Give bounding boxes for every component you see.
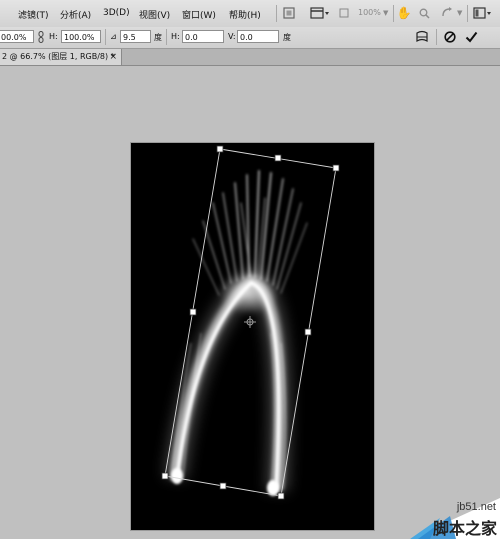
hskew-label: H: (171, 32, 180, 41)
vskew-label: V: (228, 32, 236, 41)
angle-icon: ⊿ (110, 32, 117, 41)
zoom-dropdown-icon[interactable]: ▼ (383, 9, 388, 17)
divider (105, 29, 106, 45)
divider (467, 5, 468, 22)
light-streaks (164, 170, 308, 496)
menu-view[interactable]: 视图(V) (139, 8, 170, 21)
rotate-view-icon[interactable] (440, 5, 454, 21)
menu-3d[interactable]: 3D(D) (103, 8, 130, 18)
document-canvas[interactable] (131, 143, 374, 530)
screen-mode-icon[interactable] (472, 5, 494, 21)
arrange-documents-icon[interactable] (309, 5, 331, 21)
close-tab-icon[interactable]: × (109, 49, 117, 65)
skew-unit: 度 (283, 33, 291, 42)
bridge-icon[interactable] (282, 5, 296, 21)
rotate-dropdown-icon[interactable]: ▼ (457, 9, 462, 17)
menu-analysis[interactable]: 分析(A) (60, 8, 91, 21)
document-tab-bar: 2 @ 66.7% (图层 1, RGB/8) * × (0, 49, 500, 66)
watermark-name: 脚本之家 (432, 519, 497, 538)
divider (166, 29, 167, 45)
watermark-site: jb51.net (456, 501, 496, 513)
extras-icon[interactable] (338, 5, 350, 21)
menu-filter[interactable]: 滤镜(T) (18, 8, 49, 21)
menu-help[interactable]: 帮助(H) (229, 8, 261, 21)
height-scale-field[interactable]: 100.0% (61, 30, 101, 43)
zoom-level[interactable]: 100% (358, 8, 381, 17)
horizontal-skew-field[interactable]: 0.0 (182, 30, 224, 43)
rotate-angle-field[interactable]: 9.5 (120, 30, 151, 43)
menu-bar: 滤镜(T) 分析(A) 3D(D) 视图(V) 窗口(W) 帮助(H) 100%… (0, 0, 500, 28)
zoom-tool-icon[interactable] (418, 5, 430, 21)
divider (393, 5, 394, 22)
width-scale-field[interactable]: 00.0% (0, 30, 34, 43)
divider (276, 5, 277, 22)
divider (436, 29, 437, 45)
document-tab[interactable]: 2 @ 66.7% (图层 1, RGB/8) * × (0, 49, 122, 65)
options-bar: 00.0% H: 100.0% ⊿ 9.5 度 H: 0.0 V: 0.0 度 (0, 27, 500, 49)
link-icon[interactable] (37, 30, 45, 44)
watermark: jb51.net 脚本之家 (410, 498, 500, 539)
artwork (164, 170, 308, 496)
vertical-skew-field[interactable]: 0.0 (237, 30, 279, 43)
height-label: H: (49, 32, 58, 41)
document-tab-title: 2 @ 66.7% (图层 1, RGB/8) * (2, 52, 115, 61)
angle-unit: 度 (154, 33, 162, 42)
hand-tool-icon[interactable]: ✋ (397, 5, 412, 21)
cancel-transform-icon[interactable] (442, 29, 458, 45)
commit-transform-icon[interactable] (463, 29, 479, 45)
menu-window[interactable]: 窗口(W) (182, 8, 216, 21)
warp-mode-icon[interactable] (414, 29, 430, 45)
